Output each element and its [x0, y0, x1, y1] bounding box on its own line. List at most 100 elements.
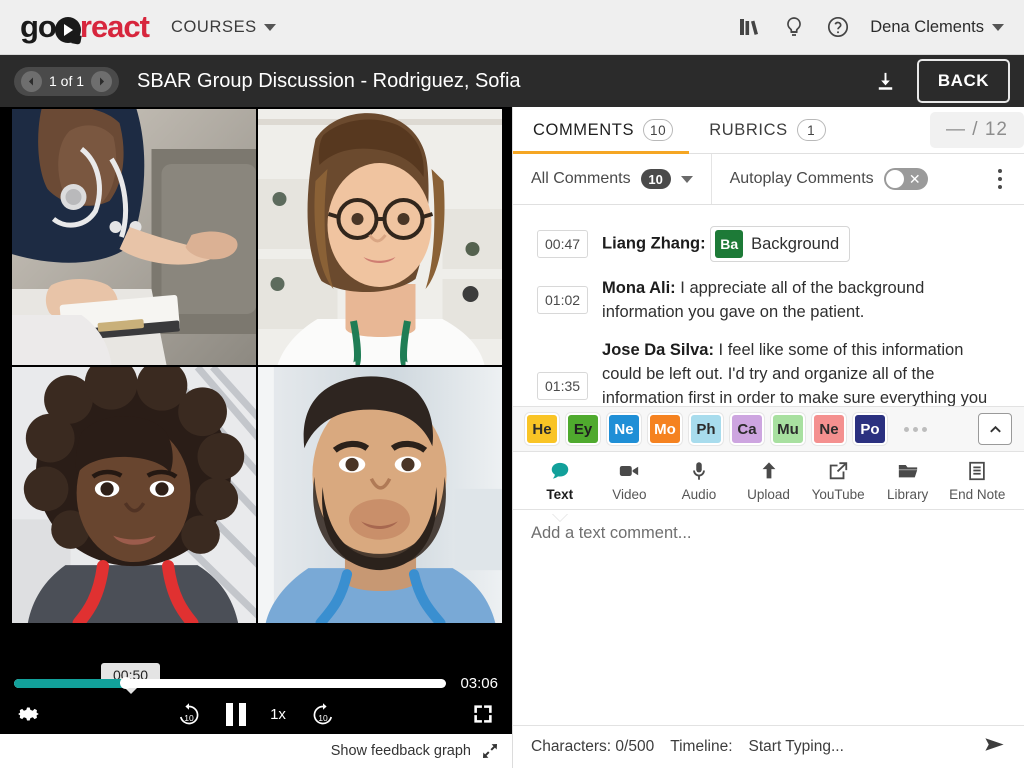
tab-youtube-label: YouTube [811, 486, 865, 502]
autoplay-label: Autoplay Comments [729, 170, 874, 187]
forward-10-button[interactable]: 10 [310, 701, 336, 727]
collapse-tags-button[interactable] [978, 413, 1012, 445]
tag-button-ne-pink[interactable]: Ne [812, 413, 846, 445]
back-button[interactable]: BACK [916, 59, 1010, 103]
toggle-off-x-icon: ✕ [908, 171, 921, 187]
fullscreen-button[interactable] [470, 701, 496, 727]
download-icon[interactable] [874, 70, 897, 93]
comments-filter-bar: All Comments 10 Autoplay Comments ✕ [513, 154, 1024, 205]
tab-upload[interactable]: Upload [734, 460, 804, 502]
tab-comments[interactable]: COMMENTS 10 [513, 107, 690, 154]
autoplay-toggle[interactable]: ✕ [883, 168, 928, 190]
tag-button-po[interactable]: Po [853, 413, 887, 445]
playback-speed-button[interactable]: 1x [270, 706, 286, 723]
tag-button-ne-blue[interactable]: Ne [607, 413, 641, 445]
arrow-right-icon [100, 76, 105, 86]
tab-comments-label: COMMENTS [533, 120, 635, 139]
tab-end-note[interactable]: End Note [942, 460, 1012, 502]
tag-button-ey[interactable]: Ey [566, 413, 600, 445]
participant-tile-clinician-glasses [258, 109, 502, 365]
library-books-icon[interactable] [738, 15, 762, 39]
tag-button-he[interactable]: He [525, 413, 559, 445]
comment-timestamp[interactable]: 00:47 [537, 230, 589, 258]
lightbulb-icon[interactable] [782, 15, 806, 39]
toggle-knob [885, 170, 904, 188]
header-actions: BACK [874, 59, 1010, 103]
speech-bubble-icon [551, 462, 569, 479]
all-comments-filter[interactable]: All Comments 10 [513, 154, 712, 204]
send-comment-button[interactable] [983, 733, 1006, 761]
nurse-curly-hair-image [12, 367, 256, 623]
tab-youtube[interactable]: YouTube [803, 460, 873, 502]
filter-count-badge: 10 [640, 169, 671, 189]
participant-tile-bearded-clinician [258, 367, 502, 623]
tag-button-ca[interactable]: Ca [730, 413, 764, 445]
rubrics-count-badge: 1 [796, 119, 826, 141]
composer-footer: Characters: 0/500 Timeline: Start Typing… [513, 725, 1024, 768]
pause-button[interactable] [226, 702, 247, 726]
tab-video[interactable]: Video [595, 460, 665, 502]
rewind-10-button[interactable]: 10 [176, 701, 202, 727]
comment-body: Liang Zhang: Ba Background [602, 226, 851, 262]
tab-end-note-label: End Note [949, 486, 1006, 502]
pause-bar-right [239, 702, 247, 726]
comment-author: Liang Zhang: [602, 234, 706, 253]
comment-item[interactable]: 01:35 Jose Da Silva: I feel like some of… [513, 331, 1024, 406]
expand-diagonal-icon[interactable] [482, 743, 498, 759]
tab-audio[interactable]: Audio [664, 460, 734, 502]
character-counter: Characters: 0/500 [531, 738, 655, 755]
upload-arrow-icon [762, 461, 775, 478]
logo-text-go: go [20, 9, 57, 44]
timeline-value: Start Typing... [748, 738, 844, 755]
pause-bar-left [226, 702, 234, 726]
tab-rubrics[interactable]: RUBRICS 1 [689, 107, 841, 153]
show-feedback-graph-button[interactable]: Show feedback graph [331, 743, 471, 759]
participant-tile-nurse-with-patient [12, 109, 256, 365]
panel-options-menu[interactable] [976, 154, 1024, 204]
comment-tag-chip[interactable]: Ba Background [710, 226, 851, 262]
progress-knob[interactable] [120, 677, 133, 689]
more-tags-button[interactable] [904, 426, 927, 432]
video-viewport[interactable] [0, 107, 512, 623]
bearded-clinician-image [258, 367, 502, 623]
previous-submission-button[interactable] [21, 70, 42, 92]
kebab-dot [997, 168, 1002, 174]
comment-body: Mona Ali: I appreciate all of the backgr… [602, 276, 1004, 324]
svg-text:10: 10 [184, 713, 194, 723]
page-title: SBAR Group Discussion - Rodriguez, Sofia [137, 69, 521, 92]
settings-gear-button[interactable] [16, 701, 42, 727]
score-display: — / 12 [930, 112, 1024, 148]
tab-text[interactable]: Text [525, 460, 595, 502]
tag-button-mo[interactable]: Mo [648, 413, 682, 445]
autoplay-comments-setting[interactable]: Autoplay Comments ✕ [712, 154, 946, 204]
kebab-dot [997, 184, 1002, 190]
user-menu[interactable]: Dena Clements [870, 18, 1004, 37]
comment-item[interactable]: 01:02 Mona Ali: I appreciate all of the … [513, 269, 1024, 331]
comment-body: Jose Da Silva: I feel like some of this … [602, 338, 1004, 406]
comment-input-area[interactable]: Add a text comment... [513, 510, 1024, 725]
comment-timestamp[interactable]: 01:02 [537, 286, 589, 314]
submission-pager[interactable]: 1 of 1 [14, 66, 120, 96]
tab-library[interactable]: Library [873, 460, 943, 502]
next-submission-button[interactable] [91, 70, 113, 92]
clinician-glasses-image [258, 109, 502, 365]
logo-text-react: react [79, 9, 150, 44]
video-controls: 00:50 03:06 10 1x 10 [0, 652, 512, 734]
comment-timestamp[interactable]: 01:35 [537, 372, 589, 400]
tag-button-ph[interactable]: Ph [689, 413, 723, 445]
tag-button-mu[interactable]: Mu [771, 413, 805, 445]
chevron-down-icon [680, 175, 693, 183]
timeline-label: Timeline: [670, 738, 733, 755]
progress-bar-row: 03:06 [0, 673, 512, 693]
help-circle-icon[interactable] [826, 15, 850, 39]
video-progress-bar[interactable] [14, 677, 447, 689]
main-content: 00:50 03:06 10 1x 10 Show feedback graph… [0, 107, 1024, 768]
comments-list[interactable]: 00:47 Liang Zhang: Ba Background 01:02 M… [513, 205, 1024, 406]
video-camera-icon [620, 465, 639, 476]
comment-item[interactable]: 00:47 Liang Zhang: Ba Background [513, 219, 1024, 269]
more-dot [913, 426, 918, 432]
user-name-label: Dena Clements [870, 17, 984, 36]
courses-menu[interactable]: COURSES [171, 18, 276, 37]
goreact-logo[interactable]: go react [20, 9, 150, 45]
arrow-left-icon [28, 76, 33, 86]
